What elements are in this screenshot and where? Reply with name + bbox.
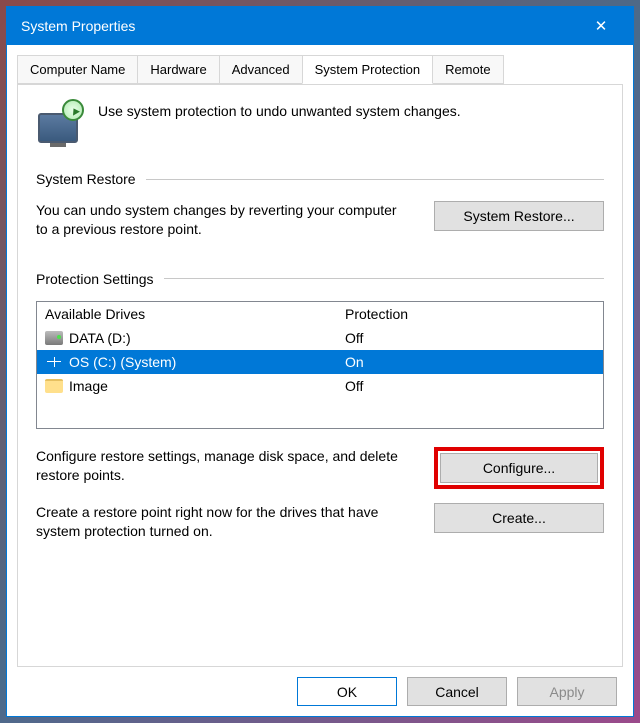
group-header-protection: Protection Settings (36, 271, 154, 287)
drive-name: DATA (D:) (69, 330, 131, 346)
drive-list[interactable]: Available Drives Protection DATA (D:) Off… (36, 301, 604, 429)
system-restore-button[interactable]: System Restore... (434, 201, 604, 231)
system-properties-window: System Properties ✕ Computer Name Hardwa… (6, 6, 634, 717)
tab-hardware[interactable]: Hardware (137, 55, 219, 84)
divider (146, 179, 604, 180)
folder-icon (45, 379, 63, 393)
tab-strip: Computer Name Hardware Advanced System P… (17, 55, 623, 85)
tab-computer-name[interactable]: Computer Name (17, 55, 138, 84)
tab-system-protection[interactable]: System Protection (302, 55, 434, 84)
tab-remote[interactable]: Remote (432, 55, 504, 84)
win-icon (45, 355, 63, 369)
drive-protection-status: Off (337, 326, 603, 350)
drive-protection-status: On (337, 350, 603, 374)
restore-description: You can undo system changes by reverting… (36, 201, 412, 239)
tab-advanced[interactable]: Advanced (219, 55, 303, 84)
create-description: Create a restore point right now for the… (36, 503, 412, 541)
apply-button[interactable]: Apply (517, 677, 617, 706)
window-title: System Properties (21, 18, 135, 34)
tab-content-system-protection: Use system protection to undo unwanted s… (17, 84, 623, 667)
col-available-drives: Available Drives (37, 302, 337, 326)
title-bar[interactable]: System Properties ✕ (7, 7, 633, 45)
configure-description: Configure restore settings, manage disk … (36, 447, 412, 485)
drive-name: OS (C:) (System) (69, 354, 176, 370)
drive-row[interactable]: OS (C:) (System) On (37, 350, 603, 374)
drive-name: Image (69, 378, 108, 394)
hdd-icon (45, 331, 63, 345)
drive-list-header: Available Drives Protection (37, 302, 603, 326)
group-protection-settings: Protection Settings Available Drives Pro… (36, 271, 604, 555)
drive-row[interactable]: DATA (D:) Off (37, 326, 603, 350)
cancel-button[interactable]: Cancel (407, 677, 507, 706)
drive-row[interactable]: Image Off (37, 374, 603, 398)
system-restore-icon (36, 99, 84, 147)
intro-text: Use system protection to undo unwanted s… (98, 99, 461, 119)
col-protection: Protection (337, 302, 603, 326)
intro-row: Use system protection to undo unwanted s… (36, 99, 604, 147)
divider (164, 278, 604, 279)
create-button[interactable]: Create... (434, 503, 604, 533)
drive-protection-status: Off (337, 374, 603, 398)
ok-button[interactable]: OK (297, 677, 397, 706)
group-header-restore: System Restore (36, 171, 136, 187)
dialog-footer: OK Cancel Apply (7, 667, 633, 716)
group-system-restore: System Restore You can undo system chang… (36, 171, 604, 253)
highlight-configure: Configure... (434, 447, 604, 489)
configure-button[interactable]: Configure... (440, 453, 598, 483)
tab-area: Computer Name Hardware Advanced System P… (7, 45, 633, 667)
close-icon[interactable]: ✕ (583, 8, 619, 44)
